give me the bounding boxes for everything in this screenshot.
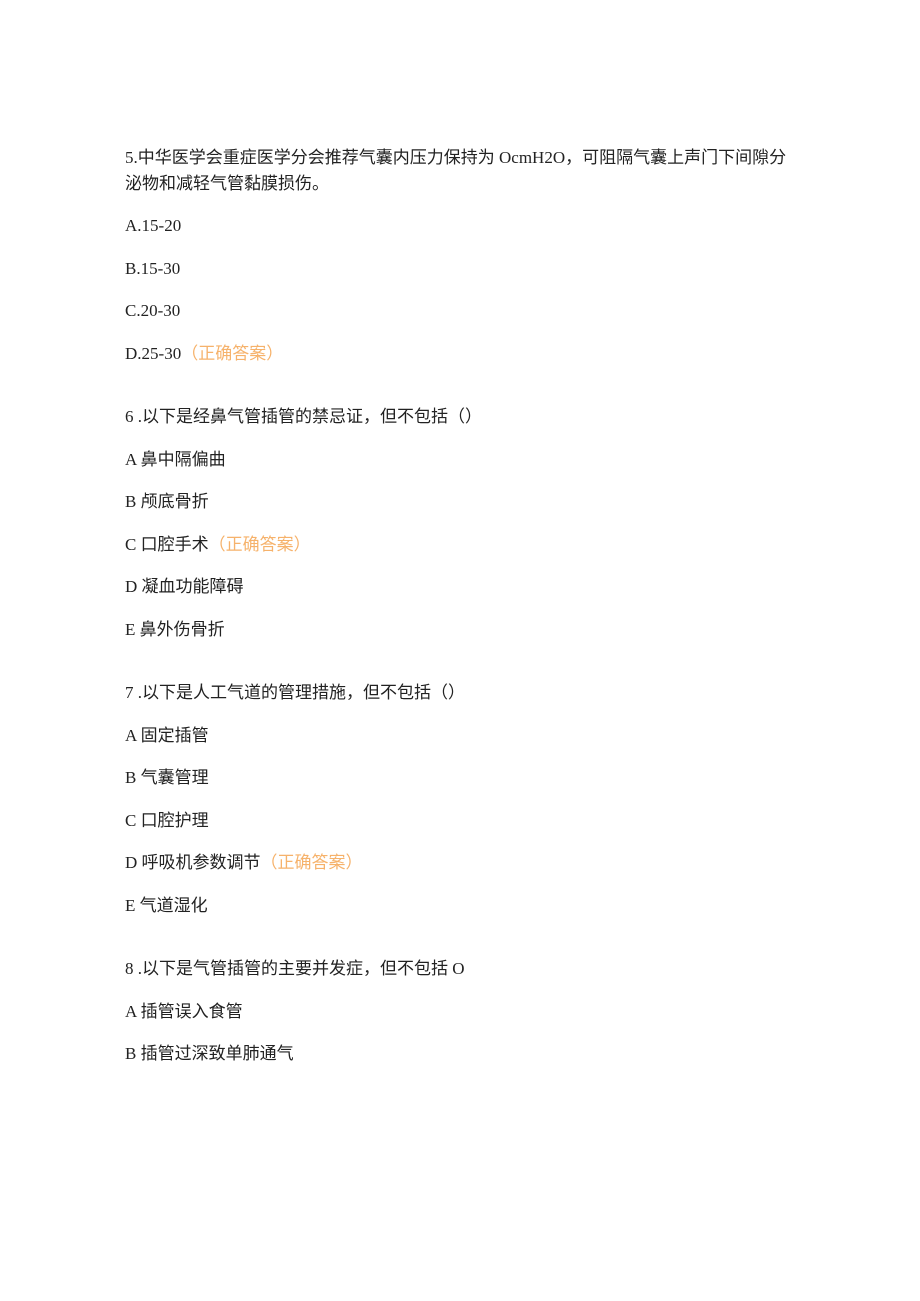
question-stem: 5.中华医学会重症医学分会推荐气囊内压力保持为 OcmH2O，可阻隔气囊上声门下… [125, 145, 795, 196]
option-a: A 固定插管 [125, 723, 795, 749]
option-c: C.20-30 [125, 298, 795, 324]
option-d: D 凝血功能障碍 [125, 574, 795, 600]
question-text: 以下是人工气道的管理措施，但不包括（） [142, 683, 465, 702]
option-label: A 固定插管 [125, 726, 209, 745]
correct-answer-marker: （正确答案） [181, 344, 283, 363]
option-c: C 口腔手术（正确答案） [125, 532, 795, 558]
question-stem: 8 .以下是气管插管的主要并发症，但不包括 O [125, 956, 795, 982]
option-label: C 口腔护理 [125, 811, 209, 830]
option-label: B.15-30 [125, 259, 180, 278]
correct-answer-marker: （正确答案） [209, 535, 311, 554]
option-d: D.25-30（正确答案） [125, 341, 795, 367]
option-label: A 插管误入食管 [125, 1002, 243, 1021]
option-e: E 气道湿化 [125, 893, 795, 919]
option-label: C 口腔手术 [125, 535, 209, 554]
question-block: 8 .以下是气管插管的主要并发症，但不包括 O A 插管误入食管 B 插管过深致… [125, 956, 795, 1067]
option-b: B 插管过深致单肺通气 [125, 1041, 795, 1067]
question-block: 6 .以下是经鼻气管插管的禁忌证，但不包括（） A 鼻中隔偏曲 B 颅底骨折 C… [125, 404, 795, 642]
option-c: C 口腔护理 [125, 808, 795, 834]
option-b: B.15-30 [125, 256, 795, 282]
option-a: A 鼻中隔偏曲 [125, 447, 795, 473]
option-b: B 颅底骨折 [125, 489, 795, 515]
option-label: E 气道湿化 [125, 896, 208, 915]
question-number: 6 . [125, 407, 142, 426]
option-label: C.20-30 [125, 301, 180, 320]
question-text: 以下是经鼻气管插管的禁忌证，但不包括（） [142, 407, 482, 426]
correct-answer-marker: （正确答案） [261, 853, 363, 872]
question-number: 5. [125, 148, 138, 167]
question-stem: 6 .以下是经鼻气管插管的禁忌证，但不包括（） [125, 404, 795, 430]
question-number: 8 . [125, 959, 142, 978]
question-block: 7 .以下是人工气道的管理措施，但不包括（） A 固定插管 B 气囊管理 C 口… [125, 680, 795, 918]
option-a: A 插管误入食管 [125, 999, 795, 1025]
option-b: B 气囊管理 [125, 765, 795, 791]
option-label: D.25-30 [125, 344, 181, 363]
question-block: 5.中华医学会重症医学分会推荐气囊内压力保持为 OcmH2O，可阻隔气囊上声门下… [125, 145, 795, 366]
option-label: E 鼻外伤骨折 [125, 620, 225, 639]
option-label: D 呼吸机参数调节 [125, 853, 261, 872]
option-label: B 颅底骨折 [125, 492, 209, 511]
option-label: D 凝血功能障碍 [125, 577, 244, 596]
option-label: B 气囊管理 [125, 768, 209, 787]
question-text: 中华医学会重症医学分会推荐气囊内压力保持为 OcmH2O，可阻隔气囊上声门下间隙… [125, 148, 786, 193]
option-e: E 鼻外伤骨折 [125, 617, 795, 643]
question-number: 7 . [125, 683, 142, 702]
document-page: 5.中华医学会重症医学分会推荐气囊内压力保持为 OcmH2O，可阻隔气囊上声门下… [0, 0, 920, 1205]
option-label: A.15-20 [125, 216, 181, 235]
option-label: B 插管过深致单肺通气 [125, 1044, 294, 1063]
option-label: A 鼻中隔偏曲 [125, 450, 226, 469]
option-d: D 呼吸机参数调节（正确答案） [125, 850, 795, 876]
question-stem: 7 .以下是人工气道的管理措施，但不包括（） [125, 680, 795, 706]
option-a: A.15-20 [125, 213, 795, 239]
question-text: 以下是气管插管的主要并发症，但不包括 O [142, 959, 465, 978]
